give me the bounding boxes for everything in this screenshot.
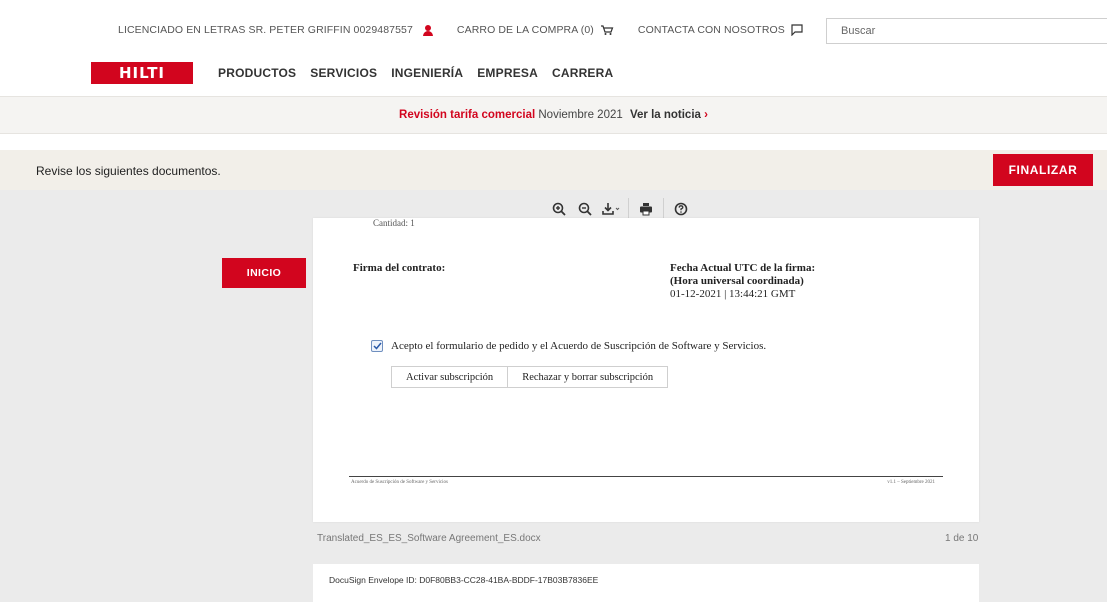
chat-icon[interactable] — [791, 24, 803, 36]
main-nav: HILTI PRODUCTOS SERVICIOS INGENIERÍA EMP… — [0, 56, 1107, 96]
accept-checkbox[interactable] — [371, 340, 383, 352]
top-utility-bar: LICENCIADO EN LETRAS SR. PETER GRIFFIN 0… — [0, 0, 1107, 56]
chevron-right-icon[interactable]: › — [704, 109, 708, 121]
accept-row: Acepto el formulario de pedido y el Acue… — [371, 340, 766, 352]
announcement-text: Revisión tarifa comercial Noviembre 2021… — [0, 109, 1107, 121]
footer-divider — [349, 476, 943, 477]
announcement-banner: Revisión tarifa comercial Noviembre 2021… — [0, 96, 1107, 134]
nav-item-empresa[interactable]: EMPRESA — [477, 66, 538, 80]
docusign-action-bar: Revise los siguientes documentos. FINALI… — [0, 150, 1107, 190]
document-file-name: Translated_ES_ES_Software Agreement_ES.d… — [317, 533, 541, 544]
announcement-date: Noviembre 2021 — [538, 109, 623, 121]
nav-item-carrera[interactable]: CARRERA — [552, 66, 613, 80]
signature-date-block: Fecha Actual UTC de la firma: (Hora univ… — [670, 262, 815, 301]
hilti-logo[interactable]: HILTI — [91, 62, 193, 84]
announcement-link[interactable]: Ver la noticia — [630, 109, 701, 121]
search-input[interactable] — [826, 18, 1107, 44]
date-title: Fecha Actual UTC de la firma: — [670, 262, 816, 274]
accept-label[interactable]: Acepto el formulario de pedido y el Acue… — [391, 340, 766, 352]
cut-line-text: Cantidad: 1 — [373, 218, 415, 228]
subscription-buttons: Activar subscripción Rechazar y borrar s… — [391, 366, 669, 388]
user-icon[interactable] — [422, 24, 433, 36]
user-account-link[interactable]: LICENCIADO EN LETRAS SR. PETER GRIFFIN 0… — [118, 24, 413, 36]
review-message: Revise los siguientes documentos. — [36, 164, 221, 178]
footer-right-text: v1.1 – Septiembre 2021 — [887, 480, 935, 485]
date-value: 01-12-2021 | 13:44:21 GMT — [670, 288, 796, 300]
document-page-2: DocuSign Envelope ID: D0F80BB3-CC28-41BA… — [313, 564, 979, 602]
nav-item-servicios[interactable]: SERVICIOS — [310, 66, 377, 80]
document-viewer: INICIO Cantidad: 1 Firma del contrato: F… — [0, 190, 1107, 602]
start-button[interactable]: INICIO — [222, 258, 306, 288]
document-page: Cantidad: 1 Firma del contrato: Fecha Ac… — [313, 218, 979, 522]
signature-label: Firma del contrato: — [353, 262, 446, 274]
envelope-id: DocuSign Envelope ID: D0F80BB3-CC28-41BA… — [329, 575, 599, 585]
cart-link[interactable]: CARRO DE LA COMPRA (0) — [457, 24, 594, 36]
date-subtitle: (Hora universal coordinada) — [670, 275, 804, 287]
activate-subscription-button[interactable]: Activar subscripción — [391, 366, 509, 388]
nav-item-ingenieria[interactable]: INGENIERÍA — [391, 66, 463, 80]
reject-subscription-button[interactable]: Rechazar y borrar subscripción — [508, 366, 669, 388]
page-count: 1 de 10 — [945, 533, 979, 544]
top-links: LICENCIADO EN LETRAS SR. PETER GRIFFIN 0… — [118, 24, 803, 36]
nav-item-productos[interactable]: PRODUCTOS — [218, 66, 296, 80]
nav-items: PRODUCTOS SERVICIOS INGENIERÍA EMPRESA C… — [218, 66, 613, 80]
footer-left-text: Acuerdo de Suscripción de Software y Ser… — [351, 480, 448, 485]
contact-link[interactable]: CONTACTA CON NOSOTROS — [638, 24, 785, 36]
cart-icon[interactable] — [600, 24, 614, 36]
finish-button[interactable]: FINALIZAR — [993, 154, 1093, 186]
checkmark-icon — [372, 342, 382, 350]
announcement-highlight: Revisión tarifa comercial — [399, 109, 536, 121]
